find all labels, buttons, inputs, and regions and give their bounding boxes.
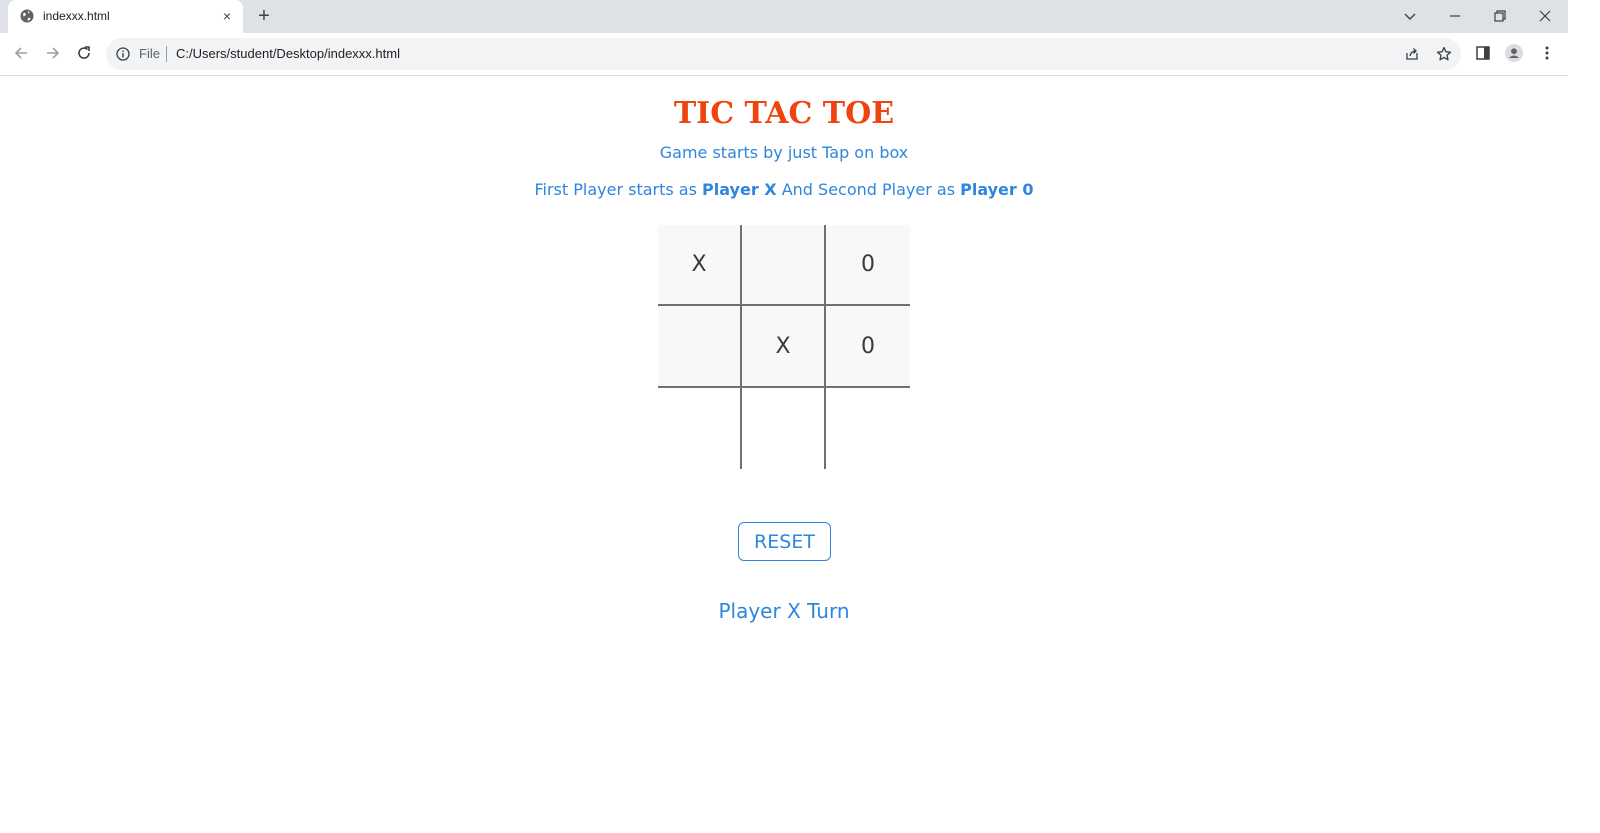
board-cell-5[interactable]: X bbox=[742, 306, 826, 388]
player-instructions: First Player starts as Player X And Seco… bbox=[0, 179, 1568, 201]
page-content: TIC TAC TOE Game starts by just Tap on b… bbox=[0, 76, 1568, 833]
browser-toolbar: File C:/Users/student/Desktop/indexxx.ht… bbox=[0, 33, 1568, 76]
page-title: TIC TAC TOE bbox=[673, 96, 895, 131]
player-0-label: Player 0 bbox=[960, 180, 1034, 199]
profile-avatar-icon[interactable] bbox=[1505, 44, 1523, 62]
address-divider bbox=[166, 46, 167, 62]
board-cell-4[interactable] bbox=[658, 306, 742, 388]
more-menu-icon[interactable] bbox=[1538, 44, 1556, 62]
tab-title: indexxx.html bbox=[43, 9, 110, 23]
bookmark-star-icon[interactable] bbox=[1436, 46, 1452, 62]
side-panel-icon[interactable] bbox=[1474, 44, 1492, 62]
globe-icon bbox=[20, 9, 34, 23]
restore-icon[interactable] bbox=[1491, 7, 1509, 25]
board-cell-2[interactable] bbox=[742, 225, 826, 306]
board-cell-9[interactable] bbox=[826, 388, 910, 469]
url-text[interactable]: C:/Users/student/Desktop/indexxx.html bbox=[176, 46, 400, 61]
game-subtitle: Game starts by just Tap on box bbox=[659, 143, 909, 162]
tab-search-icon[interactable] bbox=[1401, 7, 1419, 25]
share-icon[interactable] bbox=[1404, 46, 1420, 62]
instructions-text-1: First Player starts as bbox=[534, 180, 703, 199]
board-cell-6[interactable]: 0 bbox=[826, 306, 910, 388]
turn-status: Player X Turn bbox=[718, 599, 850, 623]
forward-arrow-icon[interactable] bbox=[43, 43, 63, 63]
browser-tab[interactable]: indexxx.html × bbox=[8, 0, 243, 33]
reload-icon[interactable] bbox=[74, 43, 94, 63]
player-x-label: Player X bbox=[702, 180, 777, 199]
reset-button[interactable]: RESET bbox=[738, 522, 831, 561]
tab-close-icon[interactable]: × bbox=[220, 9, 234, 23]
game-board: X 0 X 0 bbox=[658, 225, 910, 469]
instructions-text-2: And Second Player as bbox=[776, 180, 961, 199]
new-tab-button[interactable]: + bbox=[256, 6, 272, 26]
address-bar[interactable]: File C:/Users/student/Desktop/indexxx.ht… bbox=[106, 38, 1461, 70]
board-cell-1[interactable]: X bbox=[658, 225, 742, 306]
back-arrow-icon[interactable] bbox=[11, 43, 31, 63]
board-cell-7[interactable] bbox=[658, 388, 742, 469]
window-close-icon[interactable] bbox=[1536, 7, 1554, 25]
board-cell-3[interactable]: 0 bbox=[826, 225, 910, 306]
info-icon[interactable] bbox=[116, 47, 130, 61]
scheme-label: File bbox=[139, 46, 160, 61]
browser-tab-strip: indexxx.html × + bbox=[0, 0, 1568, 33]
minimize-icon[interactable] bbox=[1446, 7, 1464, 25]
board-cell-8[interactable] bbox=[742, 388, 826, 469]
